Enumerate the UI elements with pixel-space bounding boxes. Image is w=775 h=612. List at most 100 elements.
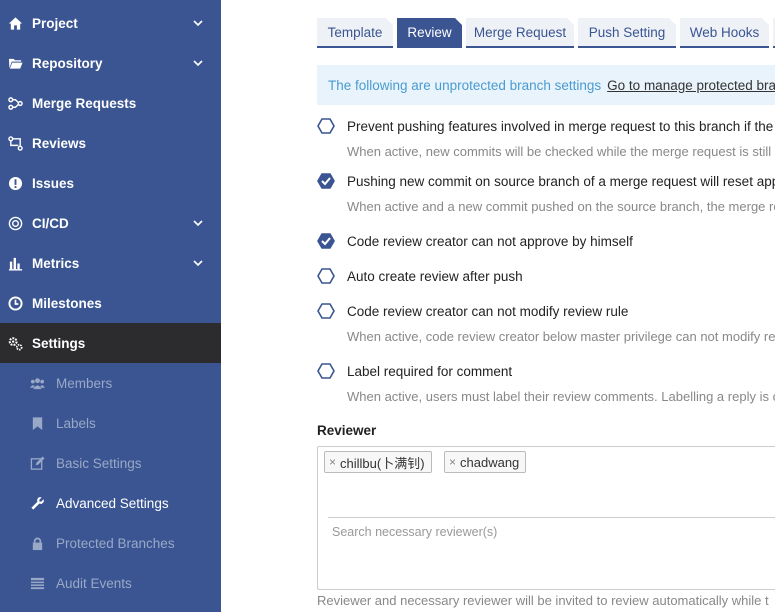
clock-icon xyxy=(7,295,23,311)
tab-label: Template xyxy=(327,24,383,40)
sidebar: Project Repository Merge Requests Review… xyxy=(0,0,221,612)
tab-corner xyxy=(386,18,394,26)
chevron-down-icon[interactable] xyxy=(192,17,204,29)
tab-label: Merge Request xyxy=(473,24,567,40)
info-text: The following are unprotected branch set… xyxy=(328,77,602,93)
tab-review[interactable]: Review xyxy=(397,18,463,48)
tab-corner xyxy=(762,18,770,26)
review-icon xyxy=(7,135,23,151)
sidebar-subitem-labels[interactable]: Labels xyxy=(0,403,221,443)
edit-icon xyxy=(29,455,45,471)
option-creator-cannot-modify-rule: Code review creator can not modify revie… xyxy=(317,301,628,321)
option-auto-create-review: Auto create review after push xyxy=(317,266,523,286)
sidebar-subitem-basic-settings[interactable]: Basic Settings xyxy=(0,443,221,483)
option-prevent-pushing: Prevent pushing features involved in mer… xyxy=(317,116,775,136)
manage-protected-branches-link[interactable]: Go to manage protected branc xyxy=(607,78,775,93)
reviewer-chip: × chillbu(卜满钊) xyxy=(324,451,432,473)
tab-web-hooks[interactable]: Web Hooks xyxy=(680,18,770,48)
wrench-icon xyxy=(29,495,45,511)
reviewer-field[interactable]: × chillbu(卜满钊) × chadwang Search necessa… xyxy=(317,446,775,590)
checked-hexagon-icon[interactable] xyxy=(317,172,335,190)
tab-label: Web Hooks xyxy=(689,24,760,40)
sidebar-item-milestones[interactable]: Milestones xyxy=(0,283,221,323)
lock-icon xyxy=(29,535,45,551)
sidebar-item-cicd[interactable]: CI/CD xyxy=(0,203,221,243)
list-icon xyxy=(29,575,45,591)
sidebar-item-label: Project xyxy=(32,15,78,31)
tab-corner xyxy=(669,18,677,26)
bar-chart-icon xyxy=(7,255,23,271)
sidebar-item-label: Metrics xyxy=(32,255,80,271)
sidebar-subitem-advanced-settings[interactable]: Advanced Settings xyxy=(0,483,221,523)
option-label-required: Label required for comment xyxy=(317,361,512,381)
sidebar-subitem-label: Protected Branches xyxy=(56,535,175,551)
sidebar-subitem-label: Audit Events xyxy=(56,575,132,591)
unchecked-hexagon-icon[interactable] xyxy=(317,267,335,285)
sidebar-subitem-label: Advanced Settings xyxy=(56,495,169,511)
unchecked-hexagon-icon[interactable] xyxy=(317,117,335,135)
option-label: Prevent pushing features involved in mer… xyxy=(347,118,775,134)
sidebar-item-label: CI/CD xyxy=(32,215,69,231)
chevron-down-icon[interactable] xyxy=(192,57,204,69)
home-icon xyxy=(7,15,23,31)
sidebar-subitem-members[interactable]: Members xyxy=(0,363,221,403)
option-description: When active, code review creator below m… xyxy=(347,329,775,344)
option-creator-cannot-approve: Code review creator can not approve by h… xyxy=(317,231,633,251)
reviewer-divider xyxy=(328,517,775,518)
tab-label: Review xyxy=(407,24,452,40)
option-description: When active and a new commit pushed on t… xyxy=(347,199,775,214)
sidebar-item-label: Merge Requests xyxy=(32,95,137,111)
sidebar-item-label: Milestones xyxy=(32,295,102,311)
sidebar-item-issues[interactable]: Issues xyxy=(0,163,221,203)
bookmark-icon xyxy=(29,415,45,431)
unchecked-hexagon-icon[interactable] xyxy=(317,362,335,380)
reviewer-help-text: Reviewer and necessary reviewer will be … xyxy=(317,593,769,608)
option-label: Code review creator can not approve by h… xyxy=(347,233,633,249)
reviewer-chip-name: chadwang xyxy=(460,454,520,470)
sidebar-item-label: Issues xyxy=(32,175,75,191)
tab-label: Push Setting xyxy=(588,24,666,40)
sidebar-item-reviews[interactable]: Reviews xyxy=(0,123,221,163)
chevron-down-icon[interactable] xyxy=(192,257,204,269)
sidebar-subitem-protected-branches[interactable]: Protected Branches xyxy=(0,523,221,563)
sidebar-subitem-label: Labels xyxy=(56,415,96,431)
necessary-reviewer-search-input[interactable]: Search necessary reviewer(s) xyxy=(332,525,497,539)
folder-icon xyxy=(7,55,23,71)
chevron-down-icon[interactable] xyxy=(192,217,204,229)
sidebar-subitem-label: Members xyxy=(56,375,113,391)
sidebar-item-project[interactable]: Project xyxy=(0,3,221,43)
option-label: Code review creator can not modify revie… xyxy=(347,303,629,319)
option-label: Label required for comment xyxy=(347,363,513,379)
tab-template[interactable]: Template xyxy=(317,18,394,48)
reviewer-chip: × chadwang xyxy=(444,451,527,473)
sidebar-item-label: Repository xyxy=(32,55,103,71)
reviewer-label: Reviewer xyxy=(317,423,377,438)
sidebar-subitem-audit-events[interactable]: Audit Events xyxy=(0,563,221,603)
option-description: When active, new commits will be checked… xyxy=(347,144,772,159)
tab-merge-request[interactable]: Merge Request xyxy=(466,18,575,48)
option-reset-approval: Pushing new commit on source branch of a… xyxy=(317,171,775,191)
tab-corner xyxy=(455,18,463,26)
reviewer-chip-name: chillbu(卜满钊) xyxy=(340,455,425,471)
tab-push-setting[interactable]: Push Setting xyxy=(578,18,677,48)
cicd-icon xyxy=(7,215,23,231)
option-label: Auto create review after push xyxy=(347,268,523,284)
sidebar-item-merge-requests[interactable]: Merge Requests xyxy=(0,83,221,123)
option-label: Pushing new commit on source branch of a… xyxy=(347,173,775,189)
unchecked-hexagon-icon[interactable] xyxy=(317,302,335,320)
issue-icon xyxy=(7,175,23,191)
option-description: When active, users must label their revi… xyxy=(347,389,775,404)
users-icon xyxy=(29,375,45,391)
checked-hexagon-icon[interactable] xyxy=(317,232,335,250)
sidebar-item-label: Reviews xyxy=(32,135,87,151)
tab-corner xyxy=(567,18,575,26)
info-banner: The following are unprotected branch set… xyxy=(317,65,775,105)
sidebar-subitem-label: Basic Settings xyxy=(56,455,142,471)
merge-icon xyxy=(7,95,23,111)
remove-chip-icon[interactable]: × xyxy=(329,455,336,469)
remove-chip-icon[interactable]: × xyxy=(449,455,456,469)
sidebar-item-repository[interactable]: Repository xyxy=(0,43,221,83)
sidebar-item-settings[interactable]: Settings xyxy=(0,323,221,363)
sidebar-item-metrics[interactable]: Metrics xyxy=(0,243,221,283)
main-content: Template Review Merge Request Push Setti… xyxy=(221,0,775,612)
